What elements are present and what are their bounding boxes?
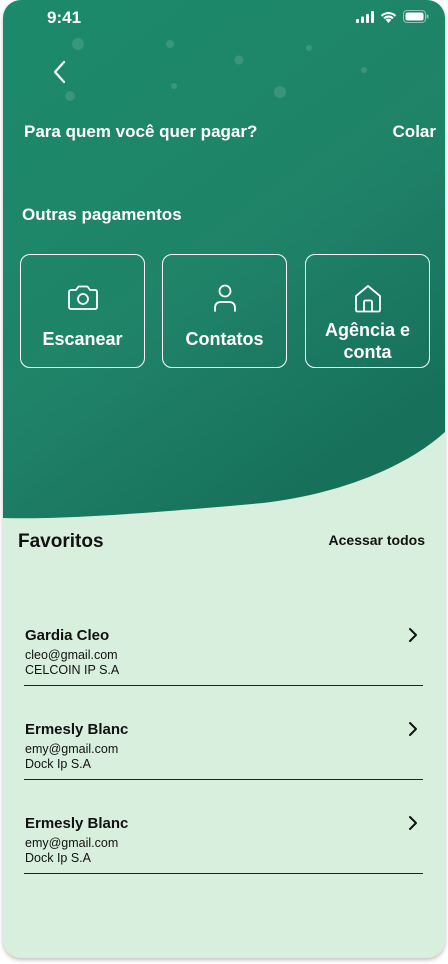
wifi-icon: [380, 11, 397, 23]
favorite-bank: Dock Ip S.A: [25, 757, 91, 771]
home-icon: [354, 285, 381, 313]
page-title: Para quem você quer pagar?: [24, 122, 258, 141]
favorite-name: Gardia Cleo: [25, 627, 110, 644]
favorite-name: Ermesly Blanc: [25, 721, 129, 738]
section-title-other-payments: Outras pagamentos: [22, 205, 182, 224]
header-panel: 9:41 Para quem você quer pagar? Colar Ou…: [3, 0, 445, 520]
back-arrow-icon[interactable]: [49, 58, 73, 86]
agency-account-label-line2: conta: [343, 342, 392, 362]
favorite-email: emy@gmail.com: [25, 836, 119, 850]
status-time: 9:41: [47, 8, 82, 27]
user-icon: [213, 284, 236, 312]
status-bar: 9:41: [3, 0, 445, 34]
favorite-bank: CELCOIN IP S.A: [25, 663, 120, 677]
favorite-item[interactable]: Ermesly Blanc emy@gmail.com Dock Ip S.A: [24, 815, 423, 874]
paste-button[interactable]: Colar: [393, 122, 436, 142]
favorite-item[interactable]: Gardia Cleo cleo@gmail.com CELCOIN IP S.…: [24, 627, 423, 686]
contacts-option-label: Contatos: [185, 329, 264, 349]
favorite-email: cleo@gmail.com: [25, 648, 118, 662]
contacts-option-button[interactable]: Contatos: [162, 254, 287, 368]
phone-screen: 9:41 Para quem você quer pagar? Colar Ou…: [3, 0, 445, 958]
see-all-favorites-link[interactable]: Acessar todos: [329, 532, 425, 548]
favorites-title: Favoritos: [18, 531, 104, 552]
chevron-right-icon: [409, 628, 417, 642]
signal-icon: [356, 10, 374, 23]
scan-option-button[interactable]: Escanear: [20, 254, 145, 368]
camera-icon: [67, 285, 98, 310]
status-icons: [356, 10, 429, 23]
agency-account-option-button[interactable]: Agência e conta: [305, 254, 430, 368]
chevron-right-icon: [409, 816, 417, 830]
agency-account-option-label: Agência e conta: [306, 319, 429, 363]
scan-option-label: Escanear: [42, 329, 123, 349]
favorite-item[interactable]: Ermesly Blanc emy@gmail.com Dock Ip S.A: [24, 721, 423, 780]
agency-account-label-line1: Agência e: [324, 320, 411, 340]
favorite-bank: Dock Ip S.A: [25, 851, 91, 865]
favorite-name: Ermesly Blanc: [25, 815, 129, 832]
favorite-email: emy@gmail.com: [25, 742, 119, 756]
battery-icon: [403, 10, 429, 23]
chevron-right-icon: [409, 722, 417, 736]
